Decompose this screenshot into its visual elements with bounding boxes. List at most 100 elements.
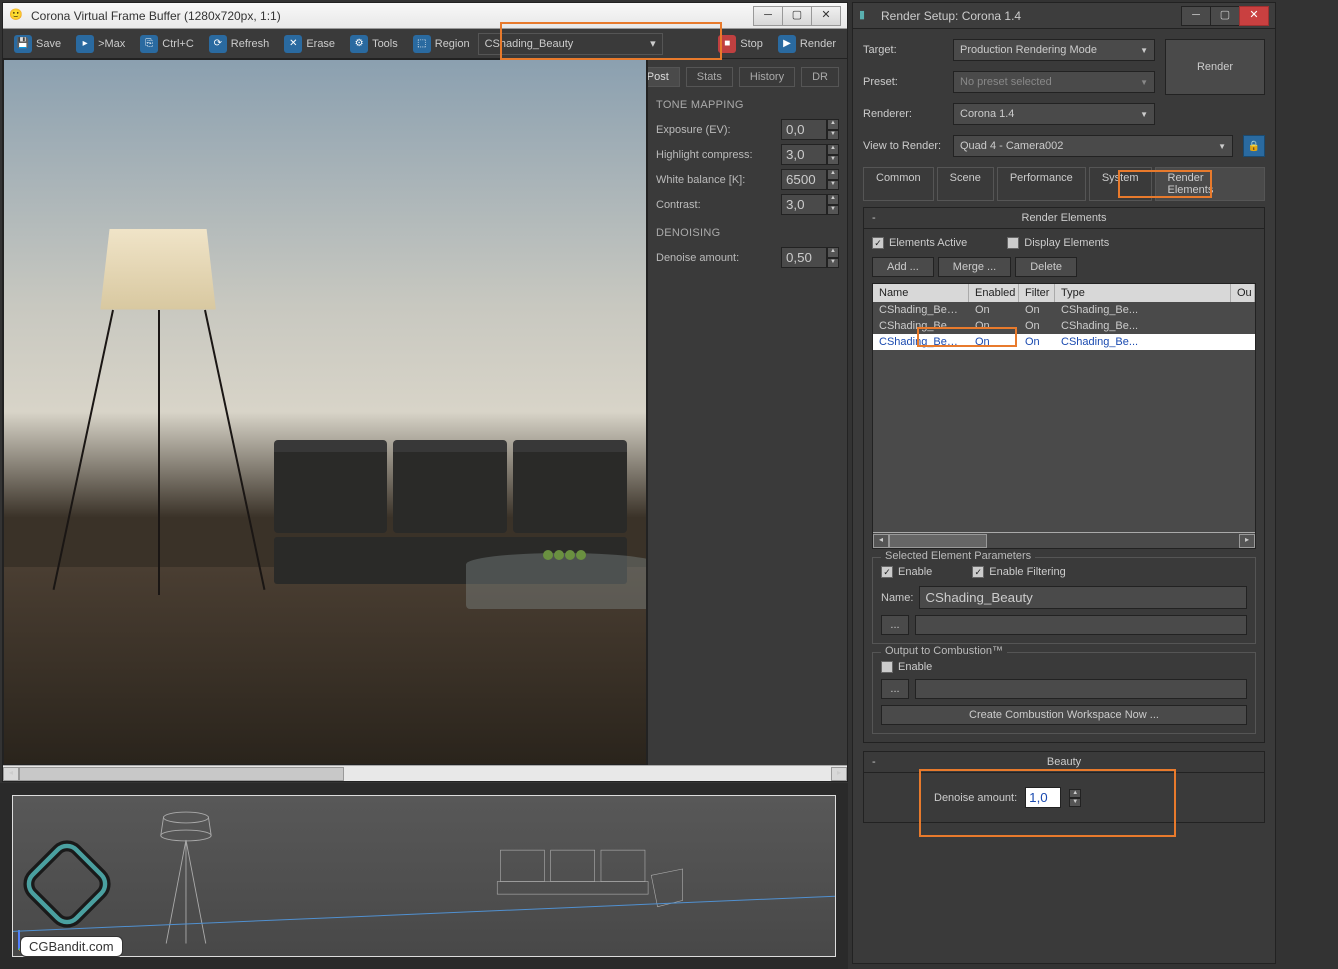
vfb-toolbar: 💾Save ▸>Max ⎘Ctrl+C ⟳Refresh ✕Erase ⚙Too…: [3, 29, 847, 59]
combustion-legend: Output to Combustion™: [881, 645, 1007, 657]
target-label: Target:: [863, 44, 943, 56]
play-icon: ▶: [778, 35, 796, 53]
rs-render-button[interactable]: Render: [1165, 39, 1265, 95]
view-label: View to Render:: [863, 140, 943, 152]
save-icon: 💾: [14, 35, 32, 53]
element-dropdown[interactable]: CShading_Beauty▾: [478, 33, 663, 55]
minimize-button[interactable]: ─: [753, 6, 783, 26]
target-dropdown[interactable]: Production Rendering Mode▼: [953, 39, 1155, 61]
region-button[interactable]: ⬚Region: [406, 31, 477, 57]
enable-filter-check[interactable]: ✓Enable Filtering: [972, 566, 1065, 578]
stop-button[interactable]: ■Stop: [711, 31, 770, 57]
refresh-button[interactable]: ⟳Refresh: [202, 31, 277, 57]
display-elements-check[interactable]: Display Elements: [1007, 237, 1109, 249]
browse-button[interactable]: ...: [881, 615, 909, 635]
render-viewport[interactable]: [3, 59, 647, 765]
copy-icon: ⎘: [140, 35, 158, 53]
render-button[interactable]: ▶Render: [771, 31, 843, 57]
max-icon: ▸: [76, 35, 94, 53]
rollout-beauty[interactable]: -Beauty: [864, 752, 1264, 773]
tone-mapping-title: TONE MAPPING: [656, 99, 839, 111]
close-button[interactable]: ✕: [811, 6, 841, 26]
cgbandit-logo: CGBandit.com: [12, 829, 162, 957]
combustion-enable-check[interactable]: Enable: [881, 661, 1247, 673]
tab-render-elements[interactable]: Render Elements: [1155, 167, 1266, 201]
close-button[interactable]: ✕: [1239, 6, 1269, 26]
combustion-browse-button[interactable]: ...: [881, 679, 909, 699]
merge-button[interactable]: Merge ...: [938, 257, 1011, 277]
minimize-button[interactable]: ─: [1181, 6, 1211, 26]
render-image: [4, 60, 646, 764]
chevron-down-icon: ▾: [650, 37, 656, 50]
save-button[interactable]: 💾Save: [7, 31, 68, 57]
tools-icon: ⚙: [350, 35, 368, 53]
exposure-spinner[interactable]: ▲▼: [781, 119, 839, 140]
erase-button[interactable]: ✕Erase: [277, 31, 342, 57]
element-name-input[interactable]: [919, 586, 1247, 609]
tab-stats[interactable]: Stats: [686, 67, 733, 87]
rs-titlebar[interactable]: ▮ Render Setup: Corona 1.4 ─ ▢ ✕: [853, 3, 1275, 29]
tab-scene[interactable]: Scene: [937, 167, 994, 201]
tab-post[interactable]: Post: [647, 67, 680, 87]
add-button[interactable]: Add ...: [872, 257, 934, 277]
rs-title: Render Setup: Corona 1.4: [881, 9, 1182, 23]
perspective-viewport[interactable]: CGBandit.com: [0, 783, 848, 969]
tools-button[interactable]: ⚙Tools: [343, 31, 405, 57]
chevron-down-icon: ▼: [1218, 142, 1226, 151]
rollout-render-elements[interactable]: -Render Elements: [864, 208, 1264, 229]
stop-icon: ■: [718, 35, 736, 53]
erase-icon: ✕: [284, 35, 302, 53]
chevron-down-icon: ▼: [1140, 46, 1148, 55]
contrast-spinner[interactable]: ▲▼: [781, 194, 839, 215]
tab-common[interactable]: Common: [863, 167, 934, 201]
tomax-button[interactable]: ▸>Max: [69, 31, 132, 57]
denoise-label: Denoise amount:: [656, 252, 775, 264]
maximize-button[interactable]: ▢: [782, 6, 812, 26]
delete-button[interactable]: Delete: [1015, 257, 1077, 277]
collapse-icon: -: [872, 212, 876, 224]
highlight-label: Highlight compress:: [656, 149, 775, 161]
table-row[interactable]: CShading_BeautyOnOnCShading_Be...: [873, 318, 1255, 334]
table-row[interactable]: CShading_BeautyOnOnCShading_Be...: [873, 302, 1255, 318]
wb-spinner[interactable]: ▲▼: [781, 169, 839, 190]
enable-check[interactable]: ✓Enable: [881, 566, 932, 578]
preset-dropdown[interactable]: No preset selected▼: [953, 71, 1155, 93]
tab-system[interactable]: System: [1089, 167, 1152, 201]
lock-button[interactable]: 🔒: [1243, 135, 1265, 157]
vfb-titlebar[interactable]: 🙂 Corona Virtual Frame Buffer (1280x720p…: [3, 3, 847, 29]
table-row[interactable]: CShading_BeautyOnOnCShading_Be...: [873, 334, 1255, 350]
col-filter[interactable]: Filter: [1019, 284, 1055, 302]
renderer-label: Renderer:: [863, 108, 943, 120]
highlight-spinner[interactable]: ▲▼: [781, 144, 839, 165]
col-enabled[interactable]: Enabled: [969, 284, 1019, 302]
chevron-down-icon: ▼: [1140, 110, 1148, 119]
tab-performance[interactable]: Performance: [997, 167, 1086, 201]
maximize-button[interactable]: ▢: [1210, 6, 1240, 26]
renderer-dropdown[interactable]: Corona 1.4▼: [953, 103, 1155, 125]
combustion-path-input[interactable]: [915, 679, 1247, 699]
name-label: Name:: [881, 592, 913, 604]
beauty-denoise-input[interactable]: [1025, 787, 1061, 808]
col-type[interactable]: Type: [1055, 284, 1231, 302]
col-name[interactable]: Name: [873, 284, 969, 302]
logo-text: CGBandit.com: [20, 936, 123, 957]
teapot-icon: ▮: [859, 8, 875, 24]
denoise-spinner[interactable]: ▲▼: [781, 247, 839, 268]
tab-history[interactable]: History: [739, 67, 795, 87]
beauty-spinner[interactable]: ▲▼: [1069, 789, 1081, 807]
wb-label: White balance [K]:: [656, 174, 775, 186]
vfb-hscroll[interactable]: ◂▸: [3, 765, 847, 781]
path-input[interactable]: [915, 615, 1247, 635]
table-hscroll[interactable]: ◂▸: [873, 532, 1255, 548]
create-combustion-button[interactable]: Create Combustion Workspace Now ...: [881, 705, 1247, 725]
view-dropdown[interactable]: Quad 4 - Camera002▼: [953, 135, 1233, 157]
col-out[interactable]: Ou: [1231, 284, 1255, 302]
contrast-label: Contrast:: [656, 199, 775, 211]
elements-table[interactable]: Name Enabled Filter Type Ou CShading_Bea…: [872, 283, 1256, 549]
preset-label: Preset:: [863, 76, 943, 88]
ctrlc-button[interactable]: ⎘Ctrl+C: [133, 31, 200, 57]
tab-dr[interactable]: DR: [801, 67, 839, 87]
chevron-down-icon: ▼: [1140, 78, 1148, 87]
exposure-label: Exposure (EV):: [656, 124, 775, 136]
elements-active-check[interactable]: ✓Elements Active: [872, 237, 967, 249]
